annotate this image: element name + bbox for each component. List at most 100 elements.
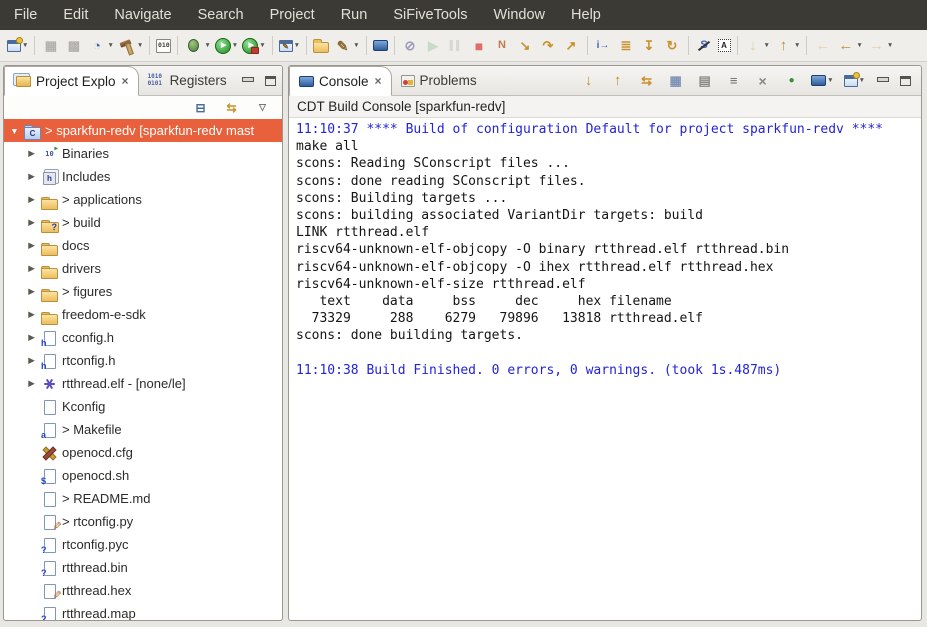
- no-magnifier-button[interactable]: ⊘: [400, 36, 421, 56]
- expand-arrow-icon[interactable]: ▶: [26, 355, 37, 366]
- skip-all-breakpoints-button[interactable]: S: [694, 36, 715, 56]
- tree-item-rtthread-bin[interactable]: rtthread.bin: [4, 556, 282, 579]
- instruction-stepping-button[interactable]: i→: [593, 36, 614, 56]
- maximize-button[interactable]: [264, 75, 277, 87]
- tree-item-kconfig[interactable]: Kconfig: [4, 395, 282, 418]
- expand-arrow-icon[interactable]: ▶: [26, 240, 37, 251]
- save-button[interactable]: ▦: [40, 36, 61, 56]
- expand-arrow-icon[interactable]: ▶: [26, 217, 37, 228]
- tree-item-rtthread-map[interactable]: rtthread.map: [4, 602, 282, 621]
- menu-help[interactable]: Help: [569, 5, 603, 25]
- debug-bug-button[interactable]: ▼: [183, 36, 211, 56]
- step-into-button[interactable]: ↘: [515, 36, 536, 56]
- minimize-button[interactable]: [241, 75, 254, 87]
- collapse-arrow-icon[interactable]: ▼: [9, 126, 20, 136]
- dropdown-arrow-icon[interactable]: ▼: [22, 42, 28, 49]
- tree-item-makefile[interactable]: > Makefile: [4, 418, 282, 441]
- dropdown-arrow-icon[interactable]: ▼: [232, 42, 238, 49]
- expand-arrow-icon[interactable]: ▶: [26, 378, 37, 389]
- tree-item-rtthread-hex[interactable]: rtthread.hex: [4, 579, 282, 602]
- menu-run[interactable]: Run: [339, 5, 370, 25]
- step-over-button[interactable]: ↷: [538, 36, 559, 56]
- drop-to-frame-button[interactable]: ↧: [639, 36, 660, 56]
- tree-item-binaries[interactable]: ▶10Binaries: [4, 142, 282, 165]
- dropdown-arrow-icon[interactable]: ▼: [353, 42, 359, 49]
- tree-item-includes[interactable]: ▶Includes: [4, 165, 282, 188]
- previous-error-button[interactable]: ↑: [607, 71, 628, 91]
- save-all-button[interactable]: ▩: [63, 36, 84, 56]
- menu-navigate[interactable]: Navigate: [112, 5, 173, 25]
- close-icon[interactable]: ×: [122, 74, 129, 88]
- menu-edit[interactable]: Edit: [61, 5, 90, 25]
- console-output[interactable]: 11:10:37 **** Build of configuration Def…: [289, 118, 921, 620]
- external-tools-button[interactable]: ▶▼: [241, 37, 266, 55]
- word-wrap-button[interactable]: ≡: [723, 71, 744, 91]
- restart-button[interactable]: ↻: [662, 36, 683, 56]
- suspend-button[interactable]: ▌▌: [446, 36, 467, 56]
- step-return-button[interactable]: ↗: [561, 36, 582, 56]
- launch-target-button[interactable]: ◔▼: [86, 36, 114, 56]
- menu-file[interactable]: File: [12, 5, 39, 25]
- dropdown-arrow-icon[interactable]: ▼: [827, 77, 833, 84]
- close-icon[interactable]: ×: [375, 74, 382, 88]
- new-wizard-button[interactable]: ▼: [6, 39, 29, 53]
- expand-arrow-icon[interactable]: ▶: [26, 148, 37, 159]
- tab-problems[interactable]: Problems: [392, 66, 486, 95]
- address-view-button[interactable]: A: [717, 38, 732, 53]
- dropdown-arrow-icon[interactable]: ▼: [294, 42, 300, 49]
- collapse-all-button[interactable]: ⊟: [190, 98, 211, 118]
- clear-console-button[interactable]: ×: [752, 71, 773, 91]
- open-folder-button[interactable]: [312, 38, 330, 54]
- disconnect-button[interactable]: N: [492, 36, 513, 56]
- dropdown-arrow-icon[interactable]: ▼: [764, 42, 770, 49]
- view-menu-button[interactable]: ▽: [252, 98, 273, 118]
- tree-item-drivers[interactable]: ▶drivers: [4, 257, 282, 280]
- dropdown-arrow-icon[interactable]: ▼: [794, 42, 800, 49]
- back-button[interactable]: ←▼: [835, 36, 863, 56]
- run-button[interactable]: ▶▼: [214, 37, 239, 55]
- tree-item-build[interactable]: ▶> build: [4, 211, 282, 234]
- dropdown-arrow-icon[interactable]: ▼: [859, 77, 865, 84]
- tree-item-readme-md[interactable]: > README.md: [4, 487, 282, 510]
- tree-item-sparkfun-redv-sparkfun-redv-mast[interactable]: ▼> sparkfun-redv [sparkfun-redv mast: [4, 119, 282, 142]
- open-console-button[interactable]: ▼: [843, 74, 866, 88]
- tree-item-figures[interactable]: ▶> figures: [4, 280, 282, 303]
- stop-button[interactable]: ■: [469, 36, 490, 56]
- pin-console-button[interactable]: ●: [781, 71, 802, 91]
- tree-item-openocd-cfg[interactable]: openocd.cfg: [4, 441, 282, 464]
- tree-item-openocd-sh[interactable]: openocd.sh: [4, 464, 282, 487]
- expand-arrow-icon[interactable]: ▶: [26, 309, 37, 320]
- dropdown-arrow-icon[interactable]: ▼: [204, 42, 210, 49]
- scroll-lock-button[interactable]: ▤: [694, 71, 715, 91]
- tab-console[interactable]: Console×: [289, 66, 392, 96]
- show-error-in-editor-button[interactable]: ⇆: [636, 71, 657, 91]
- last-edit-location-button[interactable]: ←: [812, 36, 833, 56]
- next-error-button[interactable]: ↓: [578, 71, 599, 91]
- expand-arrow-icon[interactable]: ▶: [26, 171, 37, 182]
- link-with-editor-button[interactable]: ⇆: [221, 98, 242, 118]
- tree-item-cconfig-h[interactable]: ▶cconfig.h: [4, 326, 282, 349]
- tab-registers[interactable]: Registers: [139, 66, 236, 95]
- expand-arrow-icon[interactable]: ▶: [26, 194, 37, 205]
- dropdown-arrow-icon[interactable]: ▼: [259, 42, 265, 49]
- menu-window[interactable]: Window: [491, 5, 547, 25]
- next-annotation-button[interactable]: ↓▼: [743, 36, 771, 56]
- expand-arrow-icon[interactable]: ▶: [26, 286, 37, 297]
- forward-button[interactable]: →▼: [866, 36, 894, 56]
- dropdown-arrow-icon[interactable]: ▼: [107, 42, 113, 49]
- tab-project-explo[interactable]: Project Explo×: [4, 66, 139, 96]
- open-element-button[interactable]: ✎▼: [278, 39, 301, 53]
- dropdown-arrow-icon[interactable]: ▼: [887, 42, 893, 49]
- tree-item-freedom-e-sdk[interactable]: ▶freedom-e-sdk: [4, 303, 282, 326]
- console-view-button[interactable]: [372, 39, 389, 52]
- resume-button[interactable]: ▶: [423, 36, 444, 56]
- tree-item-rtconfig-pyc[interactable]: rtconfig.pyc: [4, 533, 282, 556]
- tree-item-docs[interactable]: ▶docs: [4, 234, 282, 257]
- expand-arrow-icon[interactable]: ▶: [26, 263, 37, 274]
- display-console-button[interactable]: ▼: [810, 74, 834, 87]
- tree-item-rtthread-elf-none-le[interactable]: ▶rtthread.elf - [none/le]: [4, 372, 282, 395]
- save-console-button[interactable]: ▦: [665, 71, 686, 91]
- annotate-pen-button[interactable]: ✎▼: [332, 36, 360, 56]
- dropdown-arrow-icon[interactable]: ▼: [856, 42, 862, 49]
- expand-arrow-icon[interactable]: ▶: [26, 332, 37, 343]
